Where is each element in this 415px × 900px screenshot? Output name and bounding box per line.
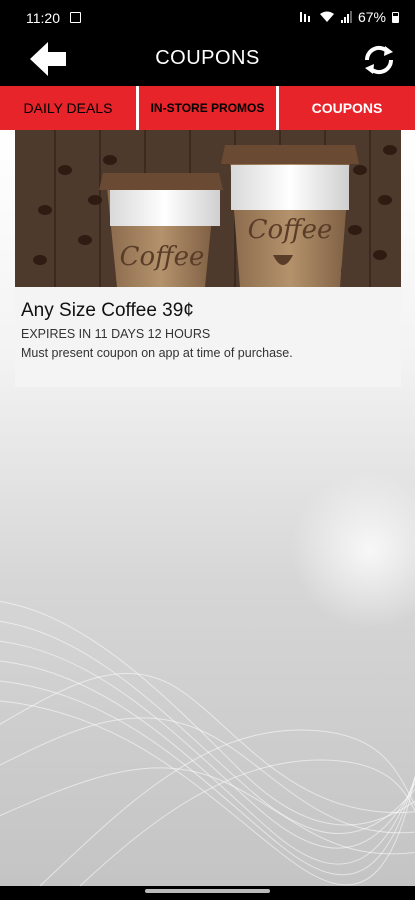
app-header: COUPONS bbox=[0, 36, 415, 84]
refresh-icon bbox=[364, 45, 394, 75]
tab-daily-deals[interactable]: DAILY DEALS bbox=[0, 86, 136, 130]
coupon-card[interactable]: Coffee Coffee Any Size Coffee 39¢ EXPIRE… bbox=[15, 130, 401, 387]
signal-icon bbox=[340, 11, 352, 23]
tab-coupons[interactable]: COUPONS bbox=[279, 86, 415, 130]
battery-percent: 67% bbox=[357, 9, 386, 25]
status-time: 11:20 bbox=[26, 10, 60, 26]
image-icon bbox=[70, 12, 81, 23]
coupon-note: Must present coupon on app at time of pu… bbox=[21, 346, 293, 360]
coupon-image: Coffee Coffee bbox=[15, 130, 401, 287]
mute-icon bbox=[299, 12, 310, 22]
status-bar: 11:20 67% bbox=[0, 0, 415, 36]
wifi-icon bbox=[319, 11, 334, 22]
coupon-list: Coffee Coffee Any Size Coffee 39¢ EXPIRE… bbox=[0, 130, 415, 886]
refresh-button[interactable] bbox=[361, 42, 397, 78]
cup-label: Coffee bbox=[120, 242, 205, 272]
system-nav-bar bbox=[0, 886, 415, 900]
battery-icon bbox=[392, 11, 399, 23]
status-icons: 67% bbox=[299, 9, 399, 25]
tab-bar: DAILY DEALS IN-STORE PROMOS COUPONS bbox=[0, 86, 415, 130]
cup-label: Coffee bbox=[248, 215, 333, 245]
coupon-title: Any Size Coffee 39¢ bbox=[21, 300, 194, 321]
home-gesture-handle[interactable] bbox=[145, 889, 270, 893]
tab-in-store-promos[interactable]: IN-STORE PROMOS bbox=[139, 86, 276, 130]
coupon-expiry: EXPIRES IN 11 DAYS 12 HOURS bbox=[21, 327, 211, 341]
page-title: COUPONS bbox=[155, 47, 260, 69]
